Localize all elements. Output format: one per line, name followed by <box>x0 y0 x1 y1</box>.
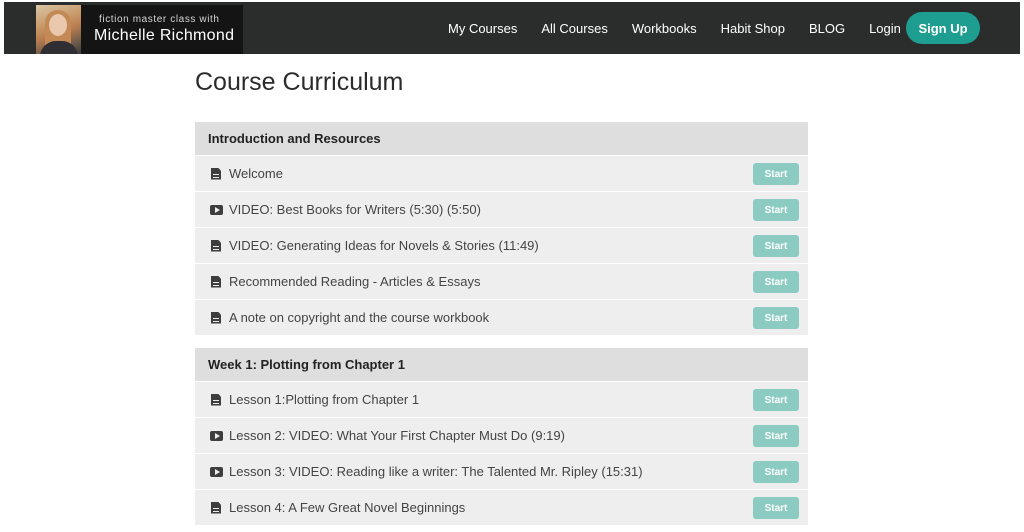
section-header: Introduction and Resources <box>195 122 808 155</box>
author-photo <box>36 5 81 54</box>
video-icon <box>207 431 225 441</box>
section-header: Week 1: Plotting from Chapter 1 <box>195 348 808 381</box>
start-button[interactable]: Start <box>753 235 799 257</box>
lecture-title[interactable]: VIDEO: Best Books for Writers (5:30) (5:… <box>229 202 481 217</box>
nav-login[interactable]: Login <box>869 21 901 36</box>
lecture-row[interactable]: A note on copyright and the course workb… <box>195 299 808 335</box>
nav-links: My Courses All Courses Workbooks Habit S… <box>448 2 925 54</box>
lecture-title[interactable]: Lesson 1:Plotting from Chapter 1 <box>229 392 419 407</box>
document-icon <box>207 502 225 514</box>
brand-logo[interactable]: fiction master class with Michelle Richm… <box>36 5 243 54</box>
start-button[interactable]: Start <box>753 497 799 519</box>
lecture-title[interactable]: Recommended Reading - Articles & Essays <box>229 274 480 289</box>
lecture-title[interactable]: VIDEO: Generating Ideas for Novels & Sto… <box>229 238 539 253</box>
nav-blog[interactable]: BLOG <box>809 21 845 36</box>
lecture-row[interactable]: Recommended Reading - Articles & Essays … <box>195 263 808 299</box>
document-icon <box>207 168 225 180</box>
lecture-row[interactable]: Welcome Start <box>195 155 808 191</box>
page-title: Course Curriculum <box>195 68 403 97</box>
start-button[interactable]: Start <box>753 199 799 221</box>
lecture-row[interactable]: Lesson 4: A Few Great Novel Beginnings S… <box>195 489 808 525</box>
document-icon <box>207 394 225 406</box>
document-icon <box>207 276 225 288</box>
lecture-title[interactable]: Welcome <box>229 166 283 181</box>
start-button[interactable]: Start <box>753 389 799 411</box>
start-button[interactable]: Start <box>753 271 799 293</box>
nav-all-courses[interactable]: All Courses <box>541 21 607 36</box>
lecture-row[interactable]: Lesson 2: VIDEO: What Your First Chapter… <box>195 417 808 453</box>
section-week-1: Week 1: Plotting from Chapter 1 Lesson 1… <box>195 348 808 525</box>
brand-name: Michelle Richmond <box>94 26 234 46</box>
lecture-title[interactable]: A note on copyright and the course workb… <box>229 310 489 325</box>
lecture-row[interactable]: Lesson 3: VIDEO: Reading like a writer: … <box>195 453 808 489</box>
document-icon <box>207 312 225 324</box>
video-icon <box>207 467 225 477</box>
lecture-row[interactable]: VIDEO: Best Books for Writers (5:30) (5:… <box>195 191 808 227</box>
brand-tagline: fiction master class with <box>94 14 234 26</box>
lecture-row[interactable]: Lesson 1:Plotting from Chapter 1 Start <box>195 381 808 417</box>
sign-up-button[interactable]: Sign Up <box>906 12 980 44</box>
start-button[interactable]: Start <box>753 461 799 483</box>
nav-my-courses[interactable]: My Courses <box>448 21 517 36</box>
top-navbar: fiction master class with Michelle Richm… <box>4 2 1020 54</box>
start-button[interactable]: Start <box>753 163 799 185</box>
document-icon <box>207 240 225 252</box>
video-icon <box>207 205 225 215</box>
section-introduction: Introduction and Resources Welcome Start… <box>195 122 808 335</box>
lecture-title[interactable]: Lesson 2: VIDEO: What Your First Chapter… <box>229 428 565 443</box>
lecture-title[interactable]: Lesson 3: VIDEO: Reading like a writer: … <box>229 464 643 479</box>
start-button[interactable]: Start <box>753 307 799 329</box>
nav-habit-shop[interactable]: Habit Shop <box>721 21 785 36</box>
nav-workbooks[interactable]: Workbooks <box>632 21 697 36</box>
lecture-title[interactable]: Lesson 4: A Few Great Novel Beginnings <box>229 500 465 515</box>
lecture-row[interactable]: VIDEO: Generating Ideas for Novels & Sto… <box>195 227 808 263</box>
start-button[interactable]: Start <box>753 425 799 447</box>
